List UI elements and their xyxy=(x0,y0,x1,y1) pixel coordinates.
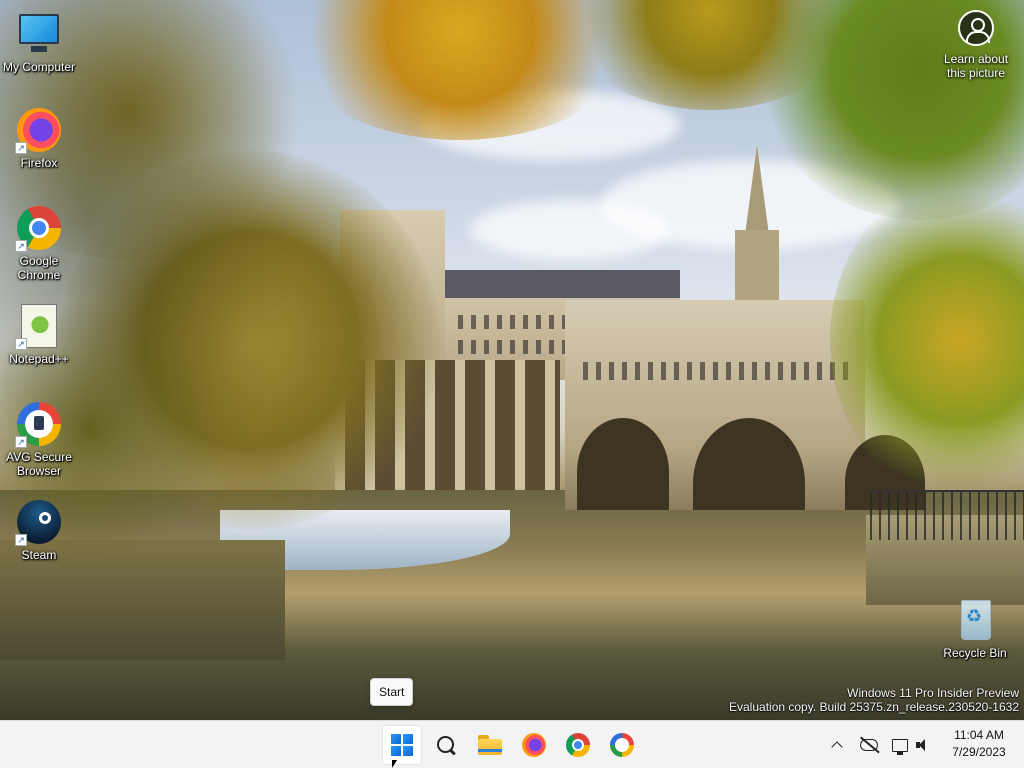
start-button[interactable] xyxy=(382,725,422,765)
windows-icon xyxy=(391,734,413,756)
learn-about-picture[interactable]: Learn about this picture xyxy=(936,10,1016,80)
learn-line-1: Learn about xyxy=(943,52,1009,66)
learn-line-2: this picture xyxy=(946,66,1006,80)
desktop-icon-google-chrome[interactable]: ↗ Google Chrome xyxy=(1,204,77,282)
desktop-icon-firefox[interactable]: ↗ Firefox xyxy=(1,106,77,170)
desktop-icon-label: AVG Secure Browser xyxy=(6,450,72,478)
steam-icon: ↗ xyxy=(15,498,63,546)
notepadpp-icon: ↗ xyxy=(15,302,63,350)
watermark-line-2: Evaluation copy. Build 25375.zn_release.… xyxy=(729,700,1019,714)
taskbar: 11:04 AM 7/29/2023 xyxy=(0,720,1024,768)
firefox-icon: ↗ xyxy=(15,106,63,154)
avg-browser-taskbar-button[interactable] xyxy=(602,725,642,765)
shortcut-arrow-icon: ↗ xyxy=(15,240,27,252)
shortcut-arrow-icon: ↗ xyxy=(15,338,27,350)
build-watermark: Windows 11 Pro Insider Preview Evaluatio… xyxy=(729,686,1019,714)
chrome-taskbar-button[interactable] xyxy=(558,725,598,765)
desktop-icon-avg-secure-browser[interactable]: ↗ AVG Secure Browser xyxy=(1,400,77,478)
firefox-icon xyxy=(522,733,546,757)
watermark-line-1: Windows 11 Pro Insider Preview xyxy=(847,686,1019,700)
clock-date: 7/29/2023 xyxy=(952,745,1006,759)
cloud-offline-icon xyxy=(860,739,878,751)
shortcut-arrow-icon: ↗ xyxy=(15,534,27,546)
network-button[interactable] xyxy=(889,721,911,768)
mouse-cursor xyxy=(392,760,397,768)
volume-button[interactable] xyxy=(913,721,935,768)
start-tooltip: Start xyxy=(370,678,414,706)
onedrive-status-button[interactable] xyxy=(856,721,882,768)
network-icon xyxy=(892,738,908,755)
show-hidden-icons-button[interactable] xyxy=(826,721,848,768)
chrome-icon: ↗ xyxy=(15,204,63,252)
desktop-wallpaper xyxy=(0,0,1024,720)
chrome-icon xyxy=(566,733,590,757)
person-circle-icon xyxy=(958,10,994,46)
shortcut-arrow-icon: ↗ xyxy=(15,436,27,448)
recycle-bin-icon xyxy=(951,596,999,644)
search-button[interactable] xyxy=(426,725,466,765)
desktop-icon-label: Recycle Bin xyxy=(943,646,1007,660)
folder-icon xyxy=(478,735,502,755)
desktop-icon-steam[interactable]: ↗ Steam xyxy=(1,498,77,562)
monitor-icon xyxy=(15,10,63,58)
desktop-icon-recycle-bin[interactable]: Recycle Bin xyxy=(937,596,1013,660)
avg-browser-icon xyxy=(610,733,634,757)
volume-icon xyxy=(916,738,932,752)
avg-browser-icon: ↗ xyxy=(15,400,63,448)
desktop-icon-notepadpp[interactable]: ↗ Notepad++ xyxy=(1,302,77,366)
clock-time: 11:04 AM xyxy=(954,728,1004,742)
search-icon xyxy=(436,735,456,755)
desktop-icon-label: Steam xyxy=(21,548,57,562)
desktop-icon-my-computer[interactable]: My Computer xyxy=(1,10,77,74)
file-explorer-button[interactable] xyxy=(470,725,510,765)
desktop-icon-label: Notepad++ xyxy=(9,352,69,366)
firefox-taskbar-button[interactable] xyxy=(514,725,554,765)
desktop-icon-label: Firefox xyxy=(20,156,58,170)
shortcut-arrow-icon: ↗ xyxy=(15,142,27,154)
clock-button[interactable]: 11:04 AM 7/29/2023 xyxy=(940,727,1018,761)
chevron-up-icon xyxy=(831,741,843,753)
desktop-icon-label: My Computer xyxy=(2,60,76,74)
desktop-icon-label: Google Chrome xyxy=(17,254,61,282)
